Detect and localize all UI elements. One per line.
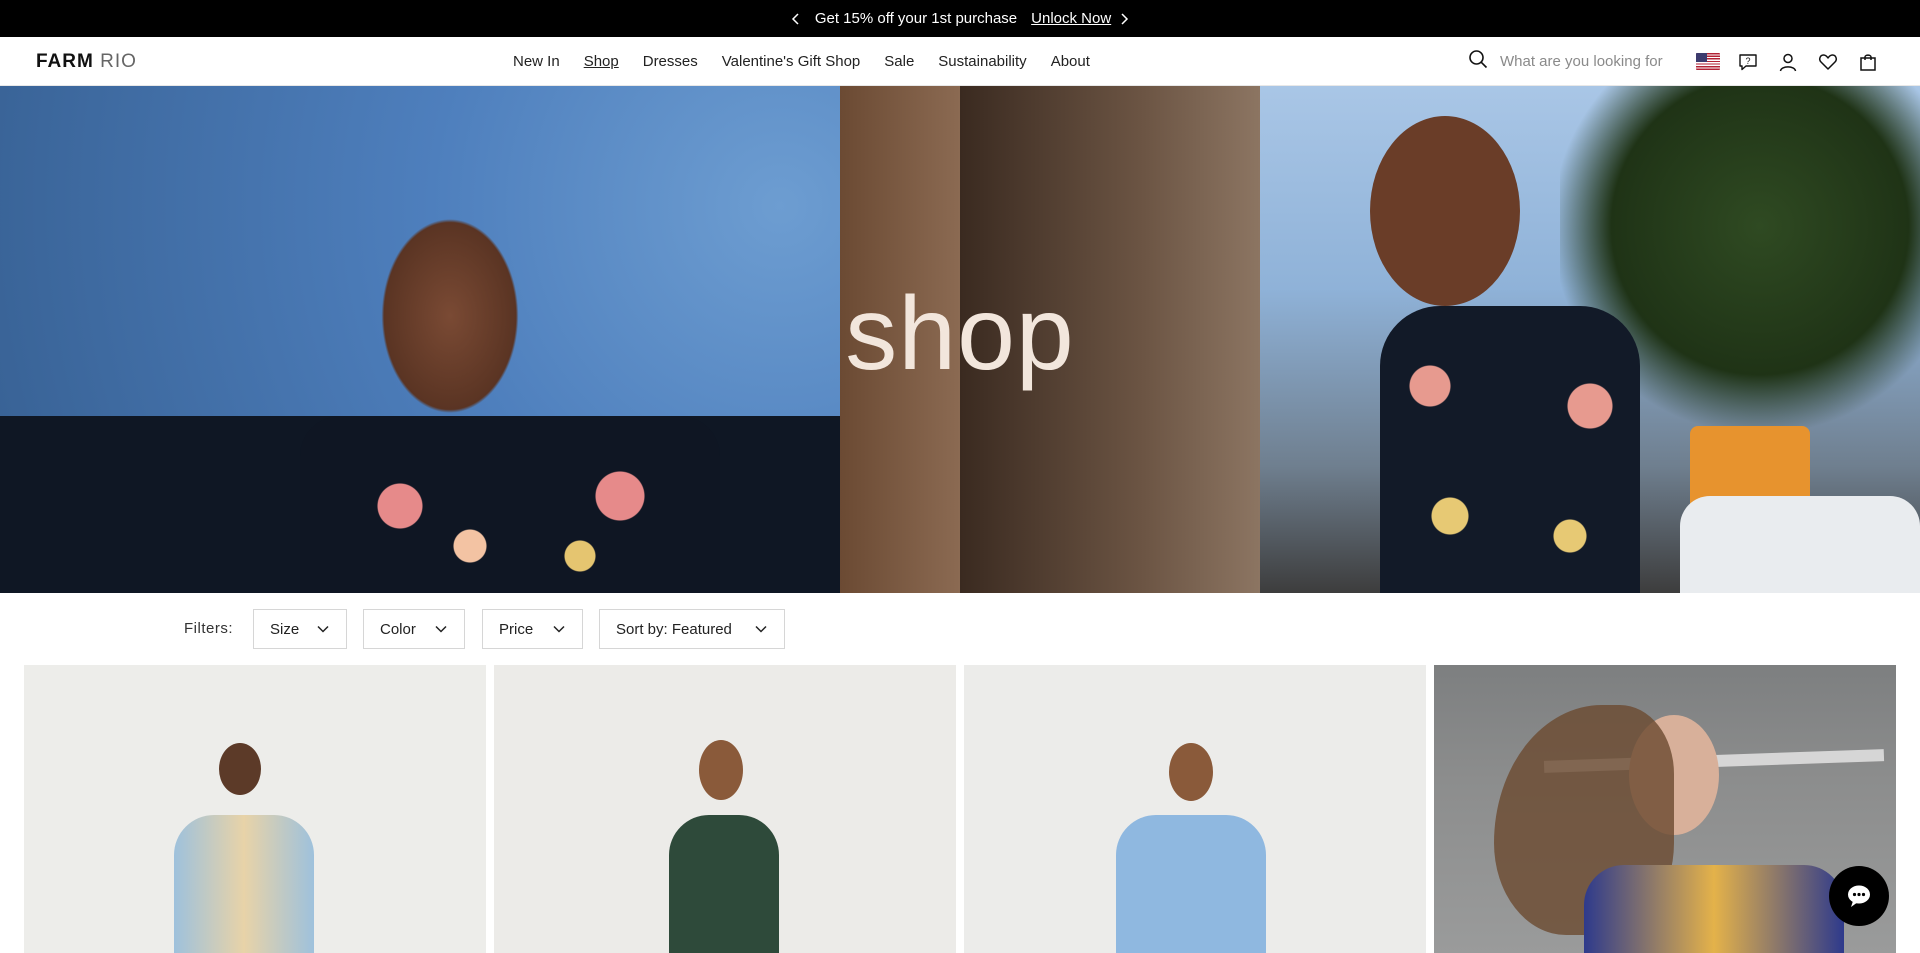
sort-by-button[interactable]: Sort by: Featured	[599, 609, 785, 649]
promo-bar: Get 15% off your 1st purchase Unlock Now	[0, 0, 1920, 37]
product-card[interactable]	[494, 665, 956, 953]
nav-new-in[interactable]: New In	[513, 53, 560, 70]
price-filter-button[interactable]: Price	[482, 609, 583, 649]
product-image[interactable]	[24, 665, 486, 953]
help-chat-icon[interactable]: ?	[1734, 37, 1762, 86]
search-input[interactable]	[1500, 53, 1676, 70]
chevron-down-icon	[553, 625, 565, 633]
chat-bubble-icon	[1848, 885, 1870, 907]
product-image[interactable]	[494, 665, 956, 953]
nav-shop[interactable]: Shop	[584, 53, 619, 70]
filter-bar: Filters: Size Color Price Sort by: Featu…	[0, 593, 1920, 665]
chat-widget-button[interactable]	[1829, 866, 1889, 926]
product-card[interactable]	[24, 665, 486, 953]
heart-icon[interactable]	[1814, 37, 1842, 86]
search-icon[interactable]	[1468, 49, 1488, 74]
main-nav: New In Shop Dresses Valentine's Gift Sho…	[513, 37, 1090, 86]
nav-valentines-gift-shop[interactable]: Valentine's Gift Shop	[722, 53, 861, 70]
nav-about[interactable]: About	[1051, 53, 1090, 70]
filters-label: Filters:	[184, 620, 233, 637]
sort-by-label: Sort by: Featured	[616, 620, 732, 638]
svg-text:?: ?	[1745, 56, 1750, 66]
chevron-down-icon	[435, 625, 447, 633]
unlock-now-link[interactable]: Unlock Now	[1031, 10, 1111, 27]
user-icon[interactable]	[1774, 37, 1802, 86]
color-filter-label: Color	[380, 620, 416, 638]
nav-sale[interactable]: Sale	[884, 53, 914, 70]
logo-farm: FARM	[36, 51, 94, 72]
brand-logo[interactable]: FARM RIO	[36, 51, 137, 73]
size-filter-label: Size	[270, 620, 300, 638]
chevron-down-icon	[755, 625, 767, 633]
promo-message: Get 15% off your 1st purchase	[814, 10, 1018, 27]
price-filter-label: Price	[499, 620, 534, 638]
us-flag-icon[interactable]	[1694, 37, 1722, 86]
shopping-bag-icon[interactable]	[1854, 37, 1882, 86]
hero-banner: shop	[0, 86, 1920, 593]
color-filter-button[interactable]: Color	[363, 609, 465, 649]
size-filter-button[interactable]: Size	[253, 609, 347, 649]
hero-title: shop	[845, 276, 1075, 392]
nav-sustainability[interactable]: Sustainability	[938, 53, 1026, 70]
chevron-left-icon[interactable]	[783, 6, 809, 32]
product-card[interactable]	[964, 665, 1426, 953]
product-grid	[0, 665, 1920, 953]
logo-rio: RIO	[100, 51, 137, 72]
product-image[interactable]	[964, 665, 1426, 953]
site-header: FARM RIO New In Shop Dresses Valentine's…	[0, 37, 1920, 86]
chevron-right-icon[interactable]	[1111, 6, 1137, 32]
product-card[interactable]	[1434, 665, 1896, 953]
product-image[interactable]	[1434, 665, 1896, 953]
chevron-down-icon	[317, 625, 329, 633]
search-box[interactable]	[1468, 37, 1676, 86]
nav-dresses[interactable]: Dresses	[643, 53, 698, 70]
